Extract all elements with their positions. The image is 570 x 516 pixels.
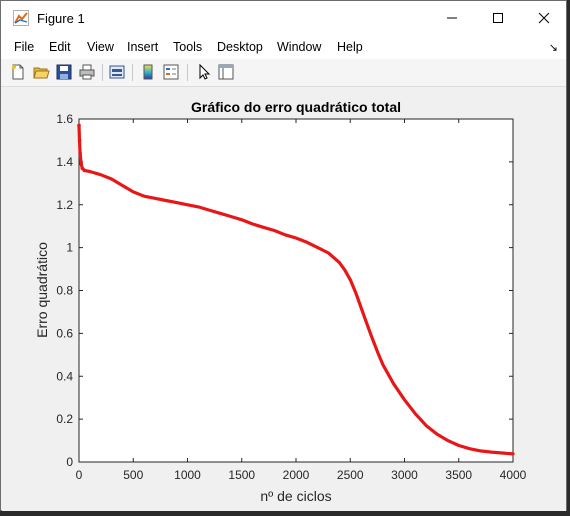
line-chart[interactable]: Gráfico do erro quadrático total nº de c…	[2, 87, 566, 511]
open-file-icon[interactable]	[32, 63, 50, 81]
close-button[interactable]	[521, 1, 567, 35]
data-point[interactable]	[77, 123, 81, 128]
maximize-icon	[493, 13, 503, 23]
x-tick-label: 4000	[500, 468, 527, 482]
x-tick-label: 3000	[391, 468, 418, 482]
close-icon	[538, 12, 550, 24]
data-point[interactable]	[77, 138, 82, 143]
y-tick-label: 1.4	[56, 155, 73, 169]
property-editor-icon[interactable]	[217, 63, 235, 81]
x-tick-label: 1000	[174, 468, 201, 482]
y-axis-label: Erro quadrático	[34, 242, 50, 338]
maximize-button[interactable]	[475, 1, 521, 35]
save-icon[interactable]	[55, 63, 73, 81]
minimize-icon	[447, 17, 457, 19]
y-tick-label: 1	[66, 241, 73, 255]
print-preview-icon[interactable]	[108, 63, 126, 81]
toolbar-separator	[132, 64, 133, 81]
y-tick-label: 0.4	[56, 369, 73, 383]
y-tick-label: 0.6	[56, 326, 73, 340]
x-tick-label: 1500	[228, 468, 255, 482]
y-tick-label: 1.2	[56, 198, 73, 212]
y-tick-label: 1.6	[56, 112, 73, 126]
data-point[interactable]	[78, 151, 82, 156]
title-bar[interactable]: Figure 1	[1, 1, 566, 35]
menu-file[interactable]: File	[14, 40, 34, 54]
x-axis-label: nº de ciclos	[260, 488, 331, 504]
menu-desktop[interactable]: Desktop	[217, 40, 263, 54]
window-title: Figure 1	[37, 11, 85, 26]
x-tick-label: 0	[76, 468, 83, 482]
y-tick-label: 0.8	[56, 284, 73, 298]
x-tick-label: 3500	[445, 468, 472, 482]
data-point[interactable]	[79, 162, 83, 166]
x-tick-label: 2000	[283, 468, 310, 482]
y-tick-label: 0	[66, 455, 73, 469]
matlab-figure-icon	[13, 10, 29, 26]
figure-canvas: Gráfico do erro quadrático total nº de c…	[2, 87, 566, 511]
menu-bar: File Edit View Insert Tools Desktop Wind…	[1, 35, 566, 59]
toolbar-separator	[187, 64, 188, 81]
legend-icon[interactable]	[162, 63, 180, 81]
menu-help[interactable]: Help	[337, 40, 363, 54]
y-tick-label: 0.2	[56, 412, 73, 426]
figure-window: Figure 1 File Edit View Insert Tools Des…	[0, 0, 567, 511]
x-tick-label: 2500	[337, 468, 364, 482]
edit-plot-icon[interactable]	[195, 63, 213, 81]
chart-title: Gráfico do erro quadrático total	[191, 99, 401, 115]
figure-toolbar	[1, 59, 566, 87]
plot-area[interactable]	[78, 118, 514, 463]
toolbar-separator	[102, 64, 103, 81]
colorbar-icon[interactable]	[139, 63, 157, 81]
new-figure-icon[interactable]	[9, 63, 27, 81]
x-tick-label: 500	[123, 468, 143, 482]
print-icon[interactable]	[78, 63, 96, 81]
menu-window[interactable]: Window	[277, 40, 321, 54]
minimize-button[interactable]	[429, 1, 475, 35]
dock-arrow-icon[interactable]: ↘	[549, 41, 558, 54]
menu-tools[interactable]: Tools	[173, 40, 202, 54]
menu-edit[interactable]: Edit	[49, 40, 71, 54]
menu-view[interactable]: View	[87, 40, 114, 54]
menu-insert[interactable]: Insert	[127, 40, 158, 54]
data-point[interactable]	[82, 168, 87, 173]
